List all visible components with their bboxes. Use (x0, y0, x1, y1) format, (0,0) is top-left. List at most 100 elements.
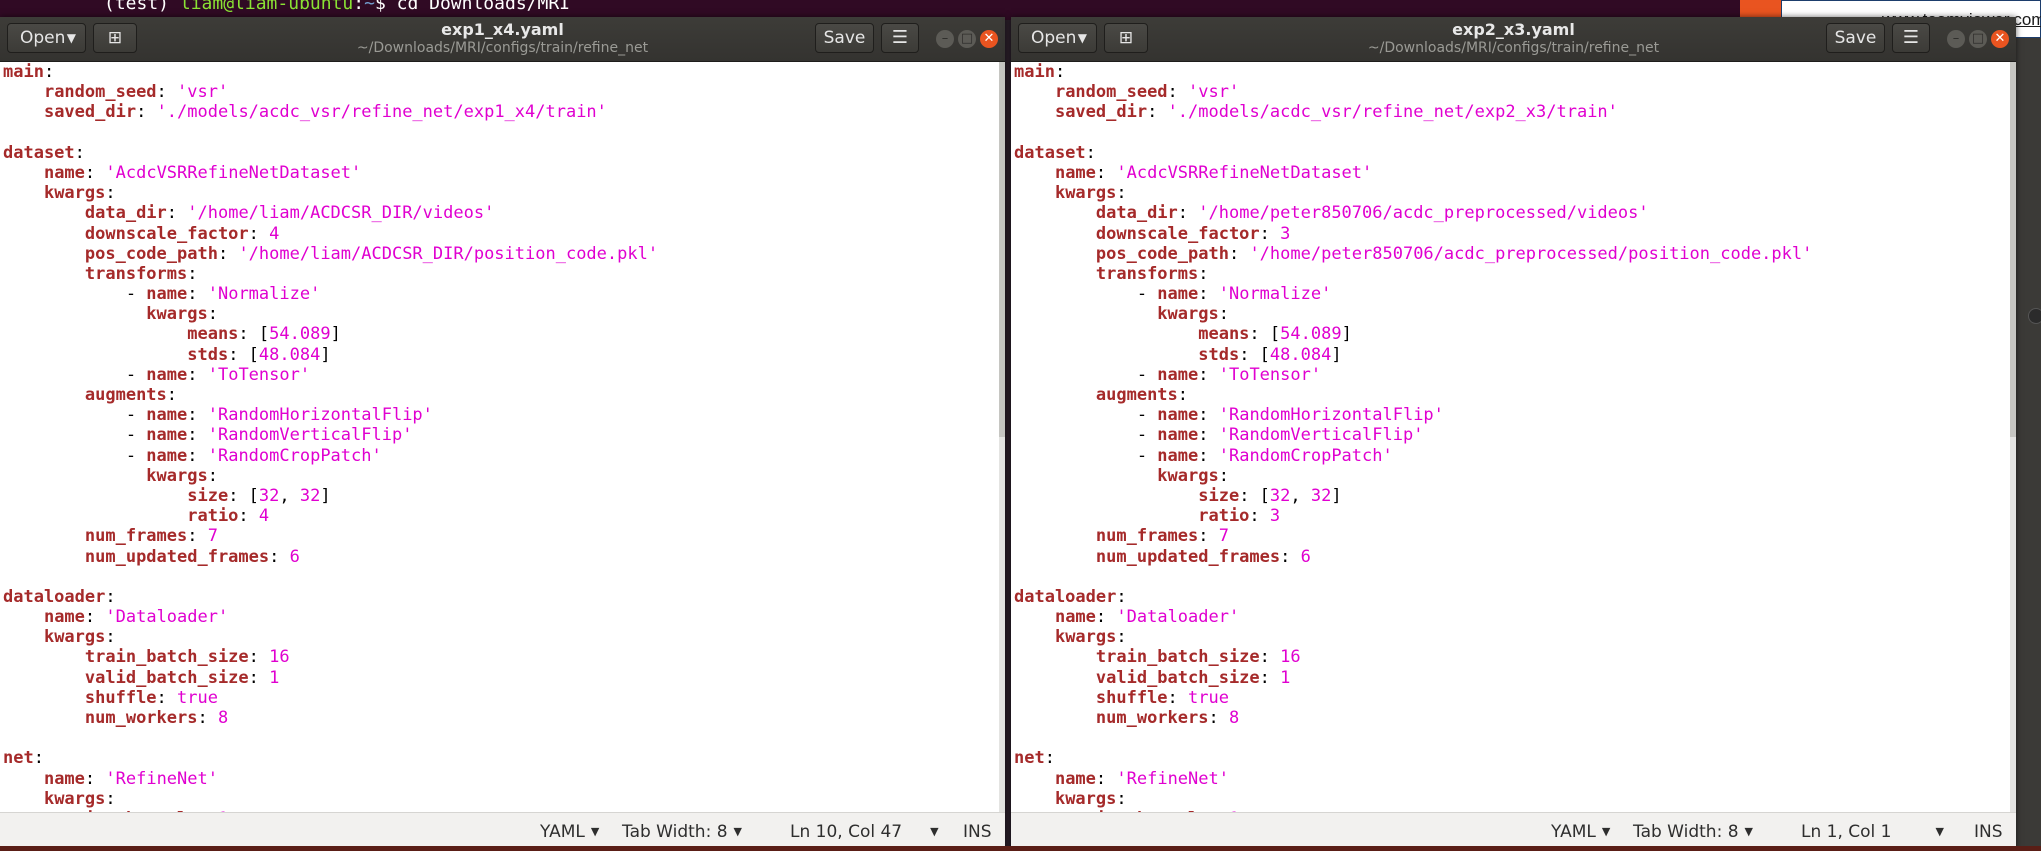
code-line[interactable]: kwargs: (1014, 466, 2016, 486)
code-area[interactable]: main: random_seed: 'vsr' saved_dir: './m… (1011, 62, 2016, 813)
code-line[interactable]: shuffle: true (1014, 688, 2016, 708)
code-line[interactable]: stds: [48.084] (3, 345, 1005, 365)
code-line[interactable]: kwargs: (1014, 304, 2016, 324)
code-line[interactable]: size: [32, 32] (3, 486, 1005, 506)
code-line[interactable]: name: 'RefineNet' (3, 769, 1005, 789)
close-icon[interactable]: ✕ (980, 30, 998, 48)
gedit-window-right: Open ▼ ⊞ exp2_x3.yaml ~/Downloads/MRI/con… (1011, 17, 2016, 851)
code-line[interactable]: stds: [48.084] (1014, 345, 2016, 365)
menu-button[interactable]: ☰ (881, 23, 919, 53)
code-line[interactable]: saved_dir: './models/acdc_vsr/refine_net… (1014, 102, 2016, 122)
close-icon[interactable]: ✕ (1991, 30, 2009, 48)
code-line[interactable]: - name: 'RandomHorizontalFlip' (3, 405, 1005, 425)
cursor-position-selector[interactable]: Ln 1, Col 1 ▼ (1801, 822, 1944, 842)
code-line[interactable]: num_workers: 8 (3, 708, 1005, 728)
scrollbar-thumb[interactable] (2010, 62, 2016, 437)
code-line[interactable]: augments: (1014, 385, 2016, 405)
code-line[interactable]: pos_code_path: '/home/liam/ACDCSR_DIR/po… (3, 244, 1005, 264)
code-line[interactable]: train_batch_size: 16 (3, 647, 1005, 667)
code-line[interactable]: - name: 'Normalize' (1014, 284, 2016, 304)
code-line[interactable]: data_dir: '/home/peter850706/acdc_prepro… (1014, 203, 2016, 223)
text-editor[interactable]: main: random_seed: 'vsr' saved_dir: './m… (1011, 62, 2016, 813)
language-selector[interactable]: YAML ▼ (540, 822, 599, 842)
save-button[interactable]: Save (815, 23, 874, 53)
text-editor[interactable]: main: random_seed: 'vsr' saved_dir: './m… (0, 62, 1005, 813)
code-line[interactable]: data_dir: '/home/liam/ACDCSR_DIR/videos' (3, 203, 1005, 223)
code-line[interactable]: dataset: (1014, 143, 2016, 163)
maximize-icon[interactable]: □ (1969, 30, 1987, 48)
code-line[interactable] (3, 728, 1005, 748)
code-line[interactable] (3, 567, 1005, 587)
code-line[interactable]: ratio: 3 (1014, 506, 2016, 526)
tab-width-selector[interactable]: Tab Width: 8 ▼ (622, 822, 742, 842)
code-line[interactable]: name: 'RefineNet' (1014, 769, 2016, 789)
code-line[interactable]: augments: (3, 385, 1005, 405)
code-line[interactable]: name: 'AcdcVSRRefineNetDataset' (1014, 163, 2016, 183)
language-selector[interactable]: YAML ▼ (1551, 822, 1610, 842)
code-line[interactable] (1014, 728, 2016, 748)
code-line[interactable]: name: 'AcdcVSRRefineNetDataset' (3, 163, 1005, 183)
scrollbar[interactable] (999, 62, 1005, 813)
code-line[interactable]: kwargs: (3, 789, 1005, 809)
code-line[interactable]: train_batch_size: 16 (1014, 647, 2016, 667)
code-line[interactable]: dataset: (3, 143, 1005, 163)
code-line[interactable]: kwargs: (1014, 627, 2016, 647)
code-line[interactable]: shuffle: true (3, 688, 1005, 708)
code-line[interactable]: num_updated_frames: 6 (1014, 547, 2016, 567)
yaml-punctuation (1014, 647, 1096, 667)
code-line[interactable]: - name: 'RandomHorizontalFlip' (1014, 405, 2016, 425)
code-line[interactable]: dataloader: (1014, 587, 2016, 607)
cursor-position-selector[interactable]: Ln 10, Col 47 ▼ (790, 822, 939, 842)
code-line[interactable]: num_updated_frames: 6 (3, 547, 1005, 567)
code-line[interactable]: - name: 'RandomVerticalFlip' (1014, 425, 2016, 445)
code-line[interactable]: num_frames: 7 (3, 526, 1005, 546)
code-line[interactable]: net: (1014, 748, 2016, 768)
code-line[interactable]: dataloader: (3, 587, 1005, 607)
code-line[interactable]: saved_dir: './models/acdc_vsr/refine_net… (3, 102, 1005, 122)
code-line[interactable]: means: [54.089] (1014, 324, 2016, 344)
code-line[interactable]: - name: 'RandomCropPatch' (1014, 446, 2016, 466)
code-line[interactable]: net: (3, 748, 1005, 768)
code-line[interactable]: num_workers: 8 (1014, 708, 2016, 728)
code-line[interactable]: num_frames: 7 (1014, 526, 2016, 546)
code-line[interactable]: random_seed: 'vsr' (3, 82, 1005, 102)
code-line[interactable]: means: [54.089] (3, 324, 1005, 344)
code-line[interactable]: - name: 'ToTensor' (3, 365, 1005, 385)
code-line[interactable]: transforms: (3, 264, 1005, 284)
code-line[interactable]: transforms: (1014, 264, 2016, 284)
code-line[interactable] (1014, 123, 2016, 143)
maximize-icon[interactable]: □ (958, 30, 976, 48)
code-line[interactable]: downscale_factor: 4 (3, 224, 1005, 244)
code-line[interactable] (1014, 567, 2016, 587)
code-line[interactable]: size: [32, 32] (1014, 486, 2016, 506)
minimize-icon[interactable]: – (1947, 30, 1965, 48)
code-line[interactable]: random_seed: 'vsr' (1014, 82, 2016, 102)
code-line[interactable]: name: 'Dataloader' (3, 607, 1005, 627)
code-line[interactable]: pos_code_path: '/home/peter850706/acdc_p… (1014, 244, 2016, 264)
code-line[interactable]: kwargs: (3, 183, 1005, 203)
code-area[interactable]: main: random_seed: 'vsr' saved_dir: './m… (0, 62, 1005, 813)
menu-button[interactable]: ☰ (1892, 23, 1930, 53)
code-line[interactable]: ratio: 4 (3, 506, 1005, 526)
code-line[interactable]: kwargs: (1014, 789, 2016, 809)
scrollbar[interactable] (2010, 62, 2016, 813)
code-line[interactable]: - name: 'RandomCropPatch' (3, 446, 1005, 466)
code-line[interactable]: kwargs: (3, 466, 1005, 486)
code-line[interactable]: main: (3, 62, 1005, 82)
code-line[interactable]: kwargs: (1014, 183, 2016, 203)
code-line[interactable]: - name: 'Normalize' (3, 284, 1005, 304)
code-line[interactable] (3, 123, 1005, 143)
scrollbar-thumb[interactable] (999, 62, 1005, 437)
code-line[interactable]: downscale_factor: 3 (1014, 224, 2016, 244)
tab-width-selector[interactable]: Tab Width: 8 ▼ (1633, 822, 1753, 842)
code-line[interactable]: kwargs: (3, 627, 1005, 647)
code-line[interactable]: valid_batch_size: 1 (3, 668, 1005, 688)
code-line[interactable]: valid_batch_size: 1 (1014, 668, 2016, 688)
code-line[interactable]: - name: 'ToTensor' (1014, 365, 2016, 385)
minimize-icon[interactable]: – (936, 30, 954, 48)
code-line[interactable]: main: (1014, 62, 2016, 82)
code-line[interactable]: - name: 'RandomVerticalFlip' (3, 425, 1005, 445)
save-button[interactable]: Save (1826, 23, 1885, 53)
code-line[interactable]: name: 'Dataloader' (1014, 607, 2016, 627)
code-line[interactable]: kwargs: (3, 304, 1005, 324)
